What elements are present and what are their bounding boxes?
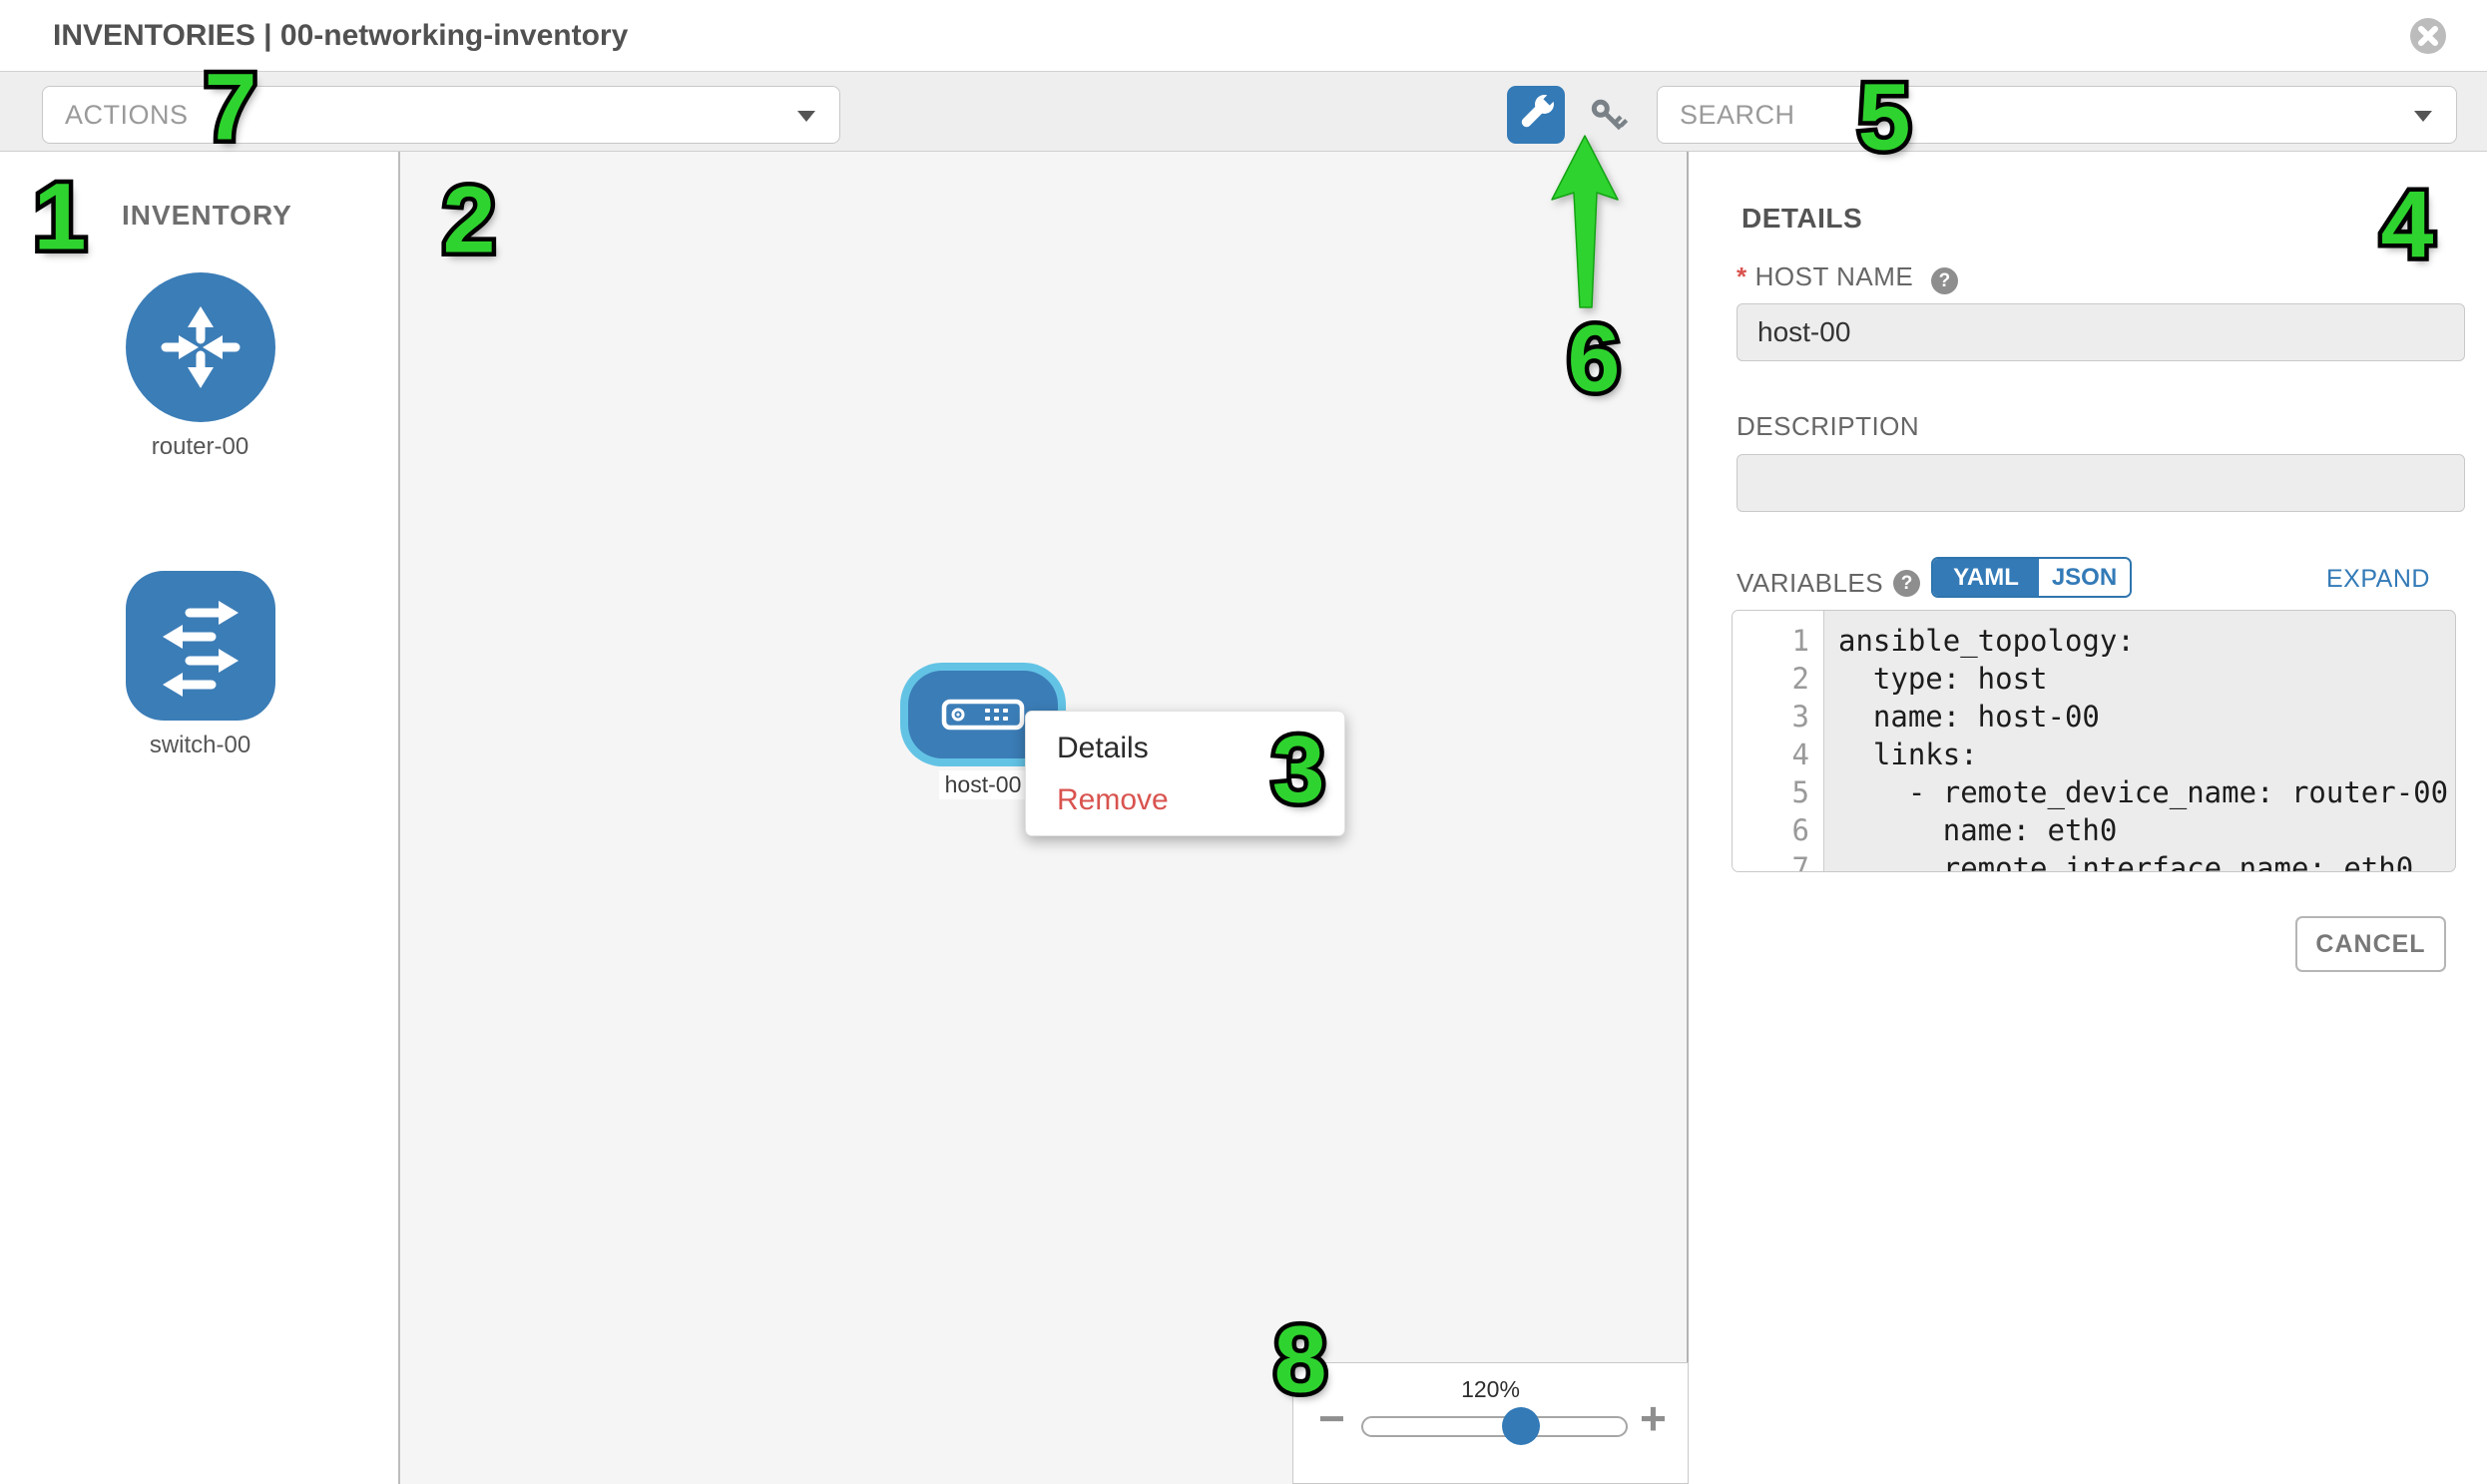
host-name-field[interactable] [1737, 303, 2465, 361]
line-number: 4 [1733, 736, 1823, 773]
page-header: INVENTORIES | 00-networking-inventory [0, 0, 2487, 71]
page-title: INVENTORIES | 00-networking-inventory [53, 19, 628, 53]
server-icon [941, 698, 1025, 732]
help-question-icon[interactable]: ? [1893, 570, 1920, 597]
code-line: links: [1838, 736, 2455, 773]
variables-label: VARIABLES [1737, 568, 1883, 599]
variables-label-row: VARIABLES ? [1737, 563, 1920, 603]
yaml-toggle-button[interactable]: YAML [1933, 559, 2039, 596]
annotation-3: 3 [1272, 717, 1325, 825]
code-line: name: eth0 [1838, 811, 2455, 849]
line-number: 3 [1733, 698, 1823, 736]
cancel-button[interactable]: CANCEL [2295, 916, 2446, 972]
zoom-slider-handle[interactable] [1502, 1407, 1540, 1445]
palette-item-router[interactable]: router-00 [0, 272, 400, 461]
annotation-1: 1 [34, 164, 87, 272]
line-number: 1 [1733, 622, 1823, 660]
close-icon[interactable] [2410, 18, 2446, 54]
annotation-4: 4 [2381, 172, 2434, 280]
variables-code-editor[interactable]: 1 2 3 4 5 6 7 ansible_topology: type: ho… [1732, 610, 2456, 872]
annotation-8: 8 [1274, 1306, 1327, 1415]
variables-format-toggle: YAML JSON [1931, 557, 2132, 598]
help-question-icon[interactable]: ? [1931, 267, 1958, 294]
expand-link[interactable]: EXPAND [2326, 565, 2430, 594]
zoom-slider-track[interactable] [1361, 1416, 1628, 1437]
chevron-down-icon [2414, 111, 2432, 122]
annotation-2: 2 [443, 167, 496, 275]
router-icon [126, 272, 275, 422]
details-panel: DETAILS * HOST NAME ? DESCRIPTION VARIABL… [1691, 152, 2487, 1484]
line-number: 5 [1733, 773, 1823, 811]
menu-item-details[interactable]: Details [1057, 732, 1149, 765]
annotation-arrow-icon [1542, 130, 1632, 314]
line-number: 2 [1733, 660, 1823, 698]
actions-dropdown-label: ACTIONS [65, 100, 189, 131]
search-dropdown[interactable]: SEARCH [1657, 86, 2457, 144]
details-heading: DETAILS [1741, 203, 1862, 235]
actions-dropdown[interactable]: ACTIONS [42, 86, 840, 144]
code-line: - remote_device_name: router-00 [1838, 773, 2455, 811]
inventory-topology-screen: INVENTORIES | 00-networking-inventory AC… [0, 0, 2487, 1484]
editor-line-gutter: 1 2 3 4 5 6 7 [1733, 611, 1824, 871]
annotation-6: 6 [1568, 305, 1621, 414]
required-asterisk: * [1737, 261, 1747, 291]
sidebar-heading: INVENTORY [122, 200, 292, 232]
code-line: type: host [1838, 660, 2455, 698]
editor-code-pane[interactable]: ansible_topology: type: host name: host-… [1825, 611, 2455, 872]
close-x-glyph [2410, 18, 2446, 54]
description-field[interactable] [1737, 454, 2465, 512]
host-node-label: host-00 [939, 770, 1027, 799]
line-number: 7 [1733, 849, 1823, 872]
toolbar: ACTIONS SEARCH [0, 71, 2487, 152]
code-line: ansible_topology: [1838, 622, 2455, 660]
line-number: 6 [1733, 811, 1823, 849]
palette-item-label: router-00 [0, 433, 400, 461]
description-label: DESCRIPTION [1737, 411, 1919, 442]
chevron-down-icon [797, 111, 815, 122]
host-name-label-row: * HOST NAME ? [1737, 261, 1958, 294]
inventory-sidebar: INVENTORY router-00 [0, 152, 400, 1484]
code-line: name: host-00 [1838, 698, 2455, 736]
code-line: remote_interface_name: eth0 [1838, 849, 2455, 872]
annotation-5: 5 [1858, 64, 1911, 173]
search-dropdown-label: SEARCH [1680, 100, 1795, 131]
palette-item-switch[interactable]: switch-00 [0, 571, 400, 759]
zoom-in-button[interactable]: + [1640, 1395, 1667, 1441]
zoom-control-panel: 120% − + [1292, 1362, 1689, 1484]
annotation-7: 7 [205, 54, 257, 163]
zoom-percentage: 120% [1293, 1376, 1688, 1403]
json-toggle-button[interactable]: JSON [2039, 559, 2130, 596]
menu-item-remove[interactable]: Remove [1057, 783, 1169, 817]
palette-item-label: switch-00 [0, 732, 400, 759]
host-name-label: HOST NAME [1755, 261, 1914, 291]
switch-icon [126, 571, 275, 721]
